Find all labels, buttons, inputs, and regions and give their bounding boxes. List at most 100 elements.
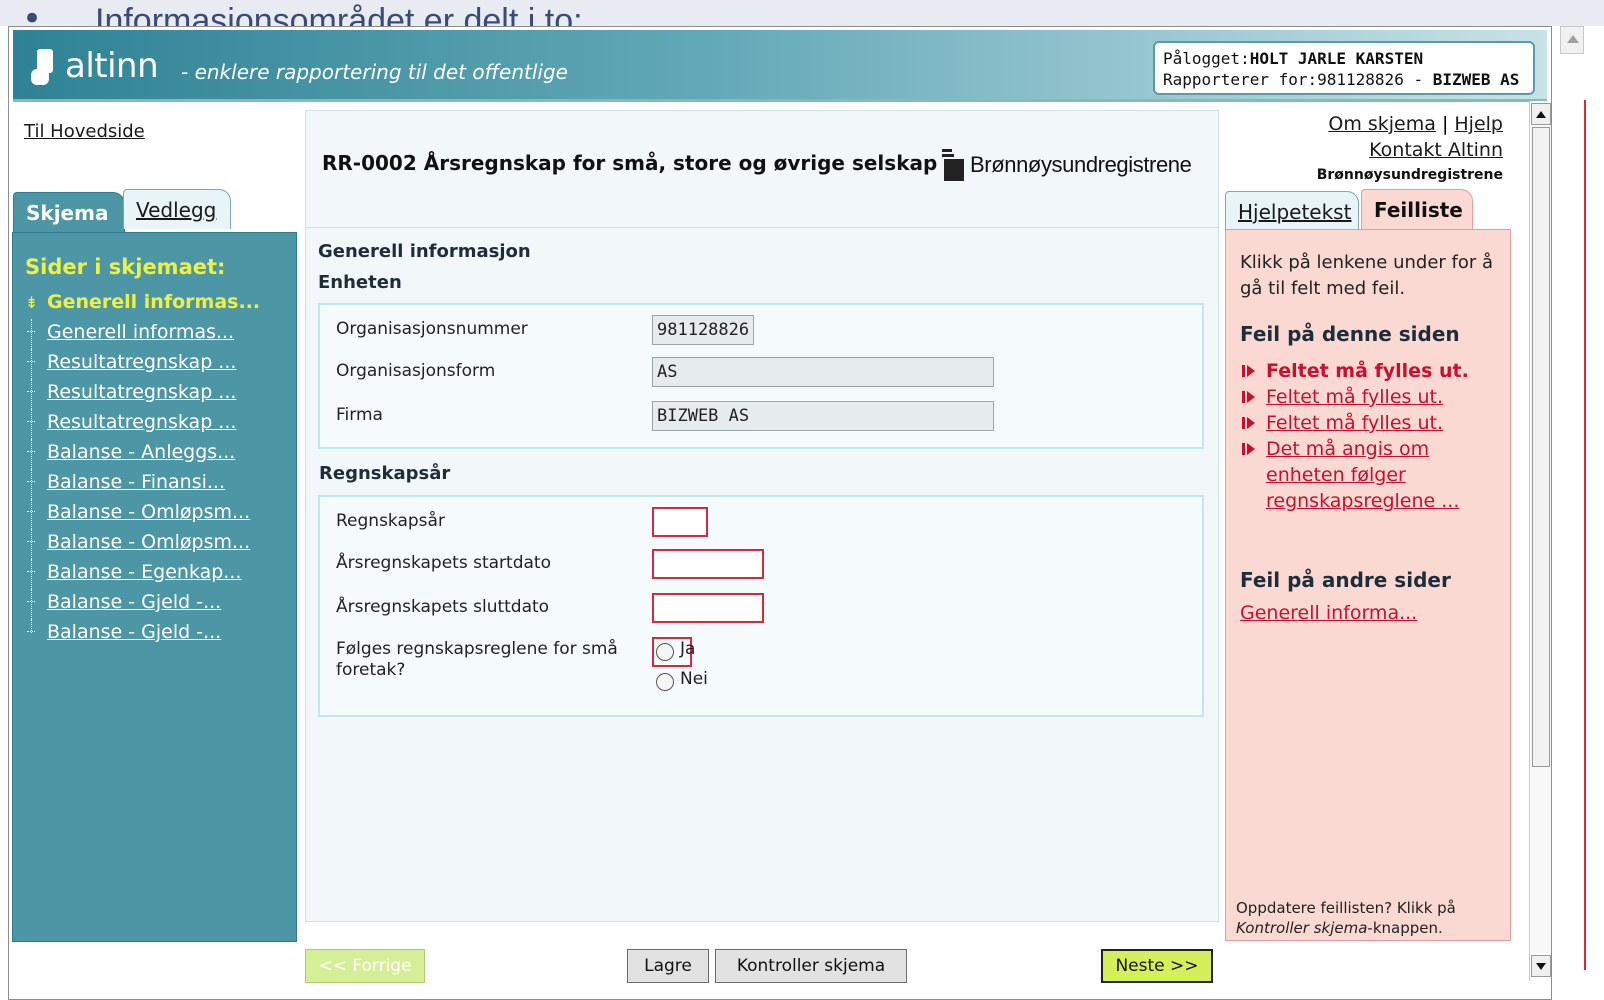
page-item[interactable]: Balanse - Finansi... (25, 469, 295, 499)
tab-vedlegg[interactable]: Vedlegg (123, 189, 231, 229)
error-arrow-icon (1242, 391, 1255, 403)
home-link[interactable]: Til Hovedside (24, 121, 145, 142)
page-item[interactable]: Balanse - Gjeld -... (25, 619, 295, 649)
page-link[interactable]: Resultatregnskap ... (47, 351, 236, 373)
check-form-button[interactable]: Kontroller skjema (715, 949, 907, 983)
error-link[interactable]: Det må angis om enheten følger regnskaps… (1266, 438, 1459, 512)
error-item[interactable]: Feltet må fylles ut. (1240, 410, 1505, 436)
page-link[interactable]: Balanse - Finansi... (47, 471, 225, 493)
brreg-logo-icon (942, 149, 964, 181)
page-item-active[interactable]: ⇟ Generell informas... (25, 289, 295, 319)
entity-fieldset: Organisasjonsnummer 981128826 Organisasj… (318, 303, 1204, 449)
org-form-field: AS (652, 357, 994, 387)
tree-line (31, 379, 32, 409)
company-field: BIZWEB AS (652, 401, 994, 431)
tree-line (31, 439, 32, 469)
page-item[interactable]: Balanse - Omløpsm... (25, 529, 295, 559)
org-number-label: Organisasjonsnummer (336, 319, 528, 339)
vertical-scrollbar[interactable] (1529, 101, 1551, 981)
start-date-label: Årsregnskapets startdato (336, 553, 551, 573)
tree-tick (27, 361, 35, 362)
error-arrow-icon (1242, 417, 1255, 429)
tree-tick (27, 451, 35, 452)
slide-bullet: • (22, 0, 43, 26)
arrow-down-icon (1536, 963, 1546, 970)
page-link[interactable]: Balanse - Anleggs... (47, 441, 235, 463)
tab-skjema[interactable]: Skjema (13, 192, 125, 234)
about-form-link[interactable]: Om skjema (1328, 113, 1436, 135)
page-item[interactable]: Resultatregnskap ... (25, 379, 295, 409)
error-link[interactable]: Feltet må fylles ut. (1266, 386, 1443, 408)
other-page-error-link[interactable]: Generell informa... (1240, 602, 1417, 624)
reporting-for-org: 981128826 - (1317, 70, 1433, 89)
form-pages-panel: Sider i skjemaet: ⇟ Generell informas... … (12, 232, 297, 942)
help-link[interactable]: Hjelp (1454, 113, 1503, 135)
page-link[interactable]: Balanse - Omløpsm... (47, 501, 250, 523)
section-entity-title: Enheten (318, 272, 402, 293)
page-item[interactable]: Balanse - Anleggs... (25, 439, 295, 469)
start-date-input[interactable] (652, 549, 764, 579)
reporting-for-name: BIZWEB AS (1432, 70, 1520, 89)
year-input[interactable] (652, 507, 708, 537)
footer-italic: Kontroller skjema (1236, 919, 1368, 937)
tree-tick (27, 631, 35, 632)
altinn-window: altinn - enklere rapportering til det of… (8, 26, 1552, 1000)
end-date-input[interactable] (652, 593, 764, 623)
error-item[interactable]: Feltet må fylles ut. (1240, 358, 1505, 384)
error-arrow-icon (1242, 443, 1255, 455)
tree-tick (27, 541, 35, 542)
page-item[interactable]: Balanse - Egenkap... (25, 559, 295, 589)
tab-helptext-label: Hjelpetekst (1238, 200, 1352, 224)
section-year-title: Regnskapsår (319, 463, 451, 484)
tab-helptext[interactable]: Hjelpetekst (1225, 191, 1359, 231)
page-list: ⇟ Generell informas... Generell informas.… (25, 289, 295, 649)
next-button[interactable]: Neste >> (1101, 949, 1213, 983)
page-link[interactable]: Balanse - Omløpsm... (47, 531, 250, 553)
scroll-up-button[interactable] (1531, 103, 1551, 125)
page-item[interactable]: Resultatregnskap ... (25, 349, 295, 379)
page-link[interactable]: Generell informas... (47, 291, 260, 313)
footer-suffix: -knappen. (1367, 919, 1443, 937)
tree-tick (27, 601, 35, 602)
error-link[interactable]: Feltet må fylles ut. (1266, 412, 1443, 434)
error-link[interactable]: Feltet må fylles ut. (1266, 360, 1469, 382)
page-link[interactable]: Generell informas... (47, 321, 234, 343)
error-item[interactable]: Feltet må fylles ut. (1240, 384, 1505, 410)
page-item[interactable]: Generell informas... (25, 319, 295, 349)
page-link[interactable]: Balanse - Gjeld -... (47, 621, 221, 643)
tab-error-list[interactable]: Feilliste (1361, 189, 1473, 231)
previous-button[interactable]: << Forrige (305, 949, 425, 983)
tree-line (31, 529, 32, 559)
save-button[interactable]: Lagre (627, 949, 709, 983)
page-link[interactable]: Balanse - Gjeld -... (47, 591, 221, 613)
radio-no[interactable] (656, 673, 674, 691)
radio-yes[interactable] (656, 643, 674, 661)
year-fieldset: Regnskapsår Årsregnskapets startdato Års… (318, 495, 1204, 717)
contact-altinn-link[interactable]: Kontakt Altinn (1369, 139, 1503, 161)
year-label: Regnskapsår (336, 511, 445, 531)
errors-other-pages-title: Feil på andre sider (1240, 568, 1451, 592)
top-links: Om skjema | Hjelp Kontakt Altinn (1189, 111, 1503, 163)
tree-line (31, 469, 32, 499)
page-item[interactable]: Balanse - Omløpsm... (25, 499, 295, 529)
tree-line (31, 499, 32, 529)
altinn-logo-icon (31, 49, 53, 85)
reporting-for-label: Rapporterer for: (1163, 70, 1318, 89)
page-link[interactable]: Resultatregnskap ... (47, 411, 236, 433)
scroll-down-button[interactable] (1531, 955, 1551, 977)
error-item[interactable]: Det må angis om enheten følger regnskaps… (1240, 436, 1505, 514)
brreg-logo-text: Brønnøysundregistrene (970, 152, 1192, 177)
brreg-logo: Brønnøysundregistrene (942, 145, 1192, 185)
divider (306, 227, 1218, 228)
company-label: Firma (336, 405, 383, 425)
scroll-thumb[interactable] (1532, 127, 1550, 767)
page-item[interactable]: Resultatregnskap ... (25, 409, 295, 439)
outer-scroll-up-button[interactable] (1560, 26, 1584, 54)
page-link[interactable]: Resultatregnskap ... (47, 381, 236, 403)
page-item[interactable]: Balanse - Gjeld -... (25, 589, 295, 619)
section-general-title: Generell informasjon (318, 241, 531, 262)
tree-line (31, 559, 32, 589)
page-link[interactable]: Balanse - Egenkap... (47, 561, 241, 583)
org-form-label: Organisasjonsform (336, 361, 496, 381)
small-rules-label: Følges regnskapsreglene for små foretak? (336, 639, 618, 680)
